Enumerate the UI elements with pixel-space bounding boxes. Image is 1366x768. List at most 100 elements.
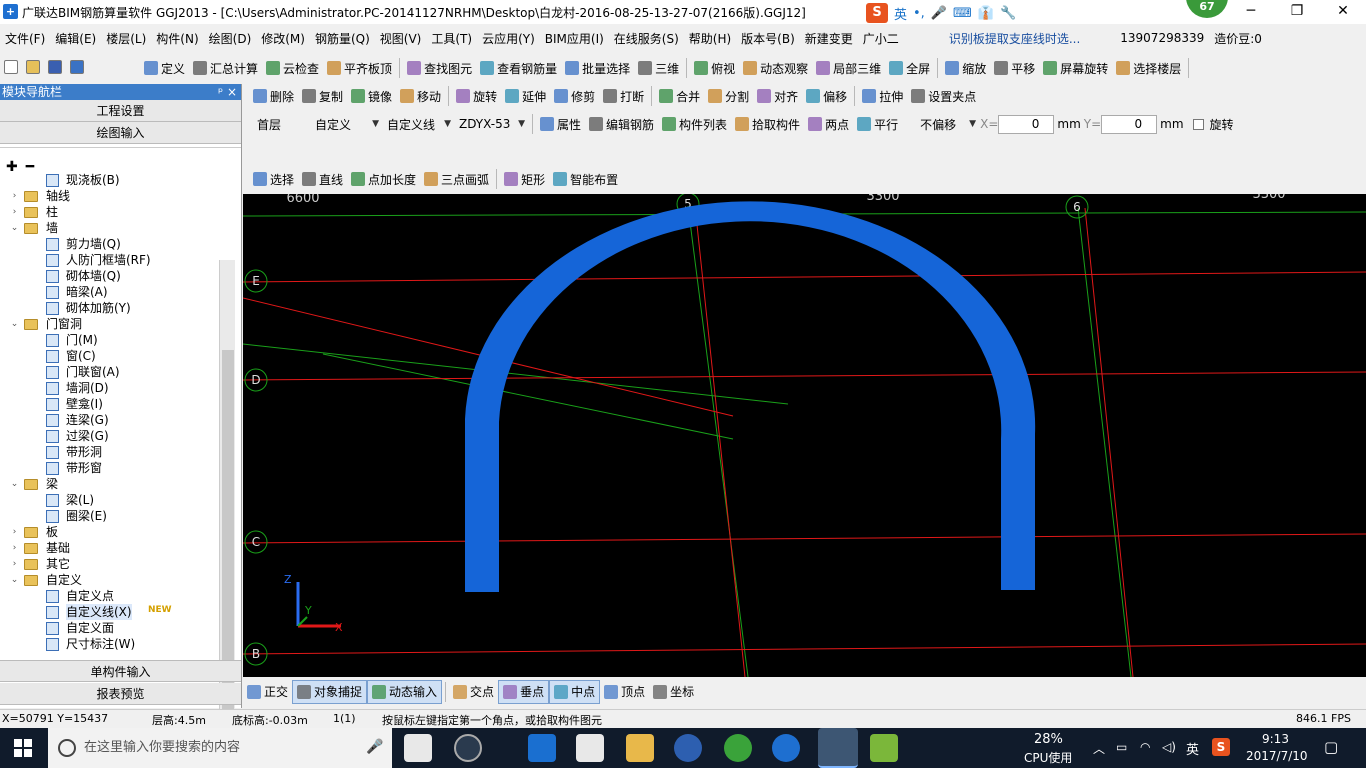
tb1-button-15[interactable]: 选择楼层 bbox=[1112, 56, 1185, 80]
tb1-button-8[interactable]: 俯视 bbox=[690, 56, 739, 80]
offset-select[interactable]: 不偏移 ▼ bbox=[916, 112, 980, 136]
tb2-button-2[interactable]: 镜像 bbox=[347, 84, 396, 108]
component-tool-5[interactable]: 平行 bbox=[853, 112, 902, 136]
clock-date[interactable]: 2017/7/10 bbox=[1246, 749, 1308, 763]
skin-icon[interactable]: 👔 bbox=[978, 6, 994, 21]
tree-node[interactable]: 带形洞 bbox=[0, 444, 242, 460]
tree-node[interactable]: ⌄ 墙 bbox=[0, 220, 242, 236]
taskbar-app-last-icon[interactable] bbox=[870, 734, 898, 762]
pin-icon[interactable]: ᵖ × bbox=[218, 84, 241, 100]
tb1-button-7[interactable]: 三维 bbox=[634, 56, 683, 80]
component-tool-0[interactable]: 属性 bbox=[536, 112, 585, 136]
tb1-button-12[interactable]: 缩放 bbox=[941, 56, 990, 80]
ime-lang[interactable]: 英 bbox=[894, 4, 907, 23]
tb2-button-11[interactable]: 偏移 bbox=[802, 84, 851, 108]
undo-icon[interactable] bbox=[70, 60, 84, 74]
tb1-button-2[interactable]: 云检查 bbox=[262, 56, 323, 80]
canvas-svg[interactable]: E D C B 5 6 6600 3300 3300 Z Y X bbox=[243, 194, 1366, 677]
tree-node[interactable]: 带形窗 bbox=[0, 460, 242, 476]
new-file-icon[interactable] bbox=[4, 60, 18, 74]
expand-icon[interactable]: › bbox=[10, 556, 19, 572]
ggj-active-icon[interactable] bbox=[818, 728, 858, 768]
snap-toggle-0[interactable]: 正交 bbox=[243, 680, 292, 704]
keyboard-icon[interactable]: ⌨ bbox=[953, 6, 972, 21]
open-folder-icon[interactable] bbox=[26, 60, 40, 74]
tree-node[interactable]: 剪力墙(Q) bbox=[0, 236, 242, 252]
tb2-button-6[interactable]: 修剪 bbox=[550, 84, 599, 108]
volume-icon[interactable]: ◁) bbox=[1162, 740, 1176, 754]
tb4-button-4[interactable]: 矩形 bbox=[500, 167, 549, 191]
tb4-button-5[interactable]: 智能布置 bbox=[549, 167, 622, 191]
windows-start-icon[interactable] bbox=[14, 739, 32, 757]
tree-node[interactable]: 自定义线(X) NEW bbox=[0, 604, 242, 620]
menu-item-13[interactable]: 版本号(B) bbox=[736, 30, 800, 47]
snap-toggle-1[interactable]: 对象捕捉 bbox=[292, 679, 368, 704]
explorer-icon[interactable] bbox=[626, 734, 654, 762]
taskbar-app-1-icon[interactable] bbox=[404, 734, 432, 762]
tree-node[interactable]: 人防门框墙(RF) bbox=[0, 252, 242, 268]
tree-node[interactable]: › 轴线 bbox=[0, 188, 242, 204]
type-select[interactable]: 自定义线 ▼ bbox=[383, 112, 455, 136]
collapse-icon[interactable]: ⌄ bbox=[10, 476, 19, 492]
expand-icon[interactable]: › bbox=[10, 524, 19, 540]
tb1-button-14[interactable]: 屏幕旋转 bbox=[1039, 56, 1112, 80]
snap-toggle-4[interactable]: 垂点 bbox=[498, 679, 550, 704]
taskbar-app-green-icon[interactable] bbox=[724, 734, 752, 762]
menu-item-15[interactable]: 广小二 bbox=[858, 30, 904, 47]
tree-node[interactable]: ⌄ 自定义 bbox=[0, 572, 242, 588]
tb2-button-0[interactable]: 删除 bbox=[249, 84, 298, 108]
tree-node[interactable]: ⌄ 门窗洞 bbox=[0, 316, 242, 332]
tree-node[interactable]: › 板 bbox=[0, 524, 242, 540]
taskbar-app-2-icon[interactable] bbox=[454, 734, 482, 762]
tree-node[interactable]: › 其它 bbox=[0, 556, 242, 572]
component-tool-3[interactable]: 拾取构件 bbox=[731, 112, 804, 136]
menu-item-3[interactable]: 构件(N) bbox=[151, 30, 203, 47]
tb2-button-7[interactable]: 打断 bbox=[599, 84, 648, 108]
tree-node[interactable]: 自定义点 bbox=[0, 588, 242, 604]
tree-node[interactable]: › 基础 bbox=[0, 540, 242, 556]
tb2-button-1[interactable]: 复制 bbox=[298, 84, 347, 108]
component-tool-4[interactable]: 两点 bbox=[804, 112, 853, 136]
tray-up-icon[interactable]: ︿ bbox=[1093, 740, 1105, 757]
tb2-button-5[interactable]: 延伸 bbox=[501, 84, 550, 108]
tb2-button-4[interactable]: 旋转 bbox=[452, 84, 501, 108]
tb1-button-9[interactable]: 动态观察 bbox=[739, 56, 812, 80]
tb1-button-5[interactable]: 查看钢筋量 bbox=[476, 56, 561, 80]
menu-item-0[interactable]: 文件(F) bbox=[0, 30, 50, 47]
taskbar-search[interactable]: 在这里输入你要搜索的内容 bbox=[48, 728, 392, 768]
menu-item-1[interactable]: 编辑(E) bbox=[50, 30, 101, 47]
tb2-button-3[interactable]: 移动 bbox=[396, 84, 445, 108]
tray-ime[interactable]: 英 bbox=[1186, 739, 1199, 758]
clock-time[interactable]: 9:13 bbox=[1262, 732, 1289, 746]
collapse-icon[interactable]: ⌄ bbox=[10, 316, 19, 332]
rotate-checkbox[interactable] bbox=[1192, 118, 1204, 130]
tb1-button-0[interactable]: 定义 bbox=[140, 56, 189, 80]
tree-node[interactable]: ⌄ 梁 bbox=[0, 476, 242, 492]
y-input[interactable]: 0 bbox=[1101, 114, 1158, 134]
edge-icon[interactable] bbox=[528, 734, 556, 762]
score-badge[interactable]: 67 bbox=[1186, 0, 1228, 18]
menu-item-14[interactable]: 新建变更 bbox=[800, 30, 858, 47]
x-input[interactable]: 0 bbox=[998, 114, 1055, 134]
tree-node[interactable]: 连梁(G) bbox=[0, 412, 242, 428]
menu-item-7[interactable]: 视图(V) bbox=[375, 30, 427, 47]
tree-node[interactable]: 门(M) bbox=[0, 332, 242, 348]
tree-node[interactable]: 过梁(G) bbox=[0, 428, 242, 444]
tree-node[interactable]: 梁(L) bbox=[0, 492, 242, 508]
menu-item-10[interactable]: BIM应用(I) bbox=[540, 30, 609, 47]
tb1-button-1[interactable]: 汇总计算 bbox=[189, 56, 262, 80]
tb1-button-13[interactable]: 平移 bbox=[990, 56, 1039, 80]
restore-button[interactable]: ❐ bbox=[1274, 0, 1320, 24]
notification-icon[interactable]: ▢ bbox=[1324, 738, 1338, 756]
tb1-button-11[interactable]: 全屏 bbox=[885, 56, 934, 80]
tree-node[interactable]: 砌体加筋(Y) bbox=[0, 300, 242, 316]
snap-toggle-7[interactable]: 坐标 bbox=[649, 680, 698, 704]
component-tool-2[interactable]: 构件列表 bbox=[658, 112, 731, 136]
menu-item-8[interactable]: 工具(T) bbox=[426, 30, 477, 47]
network-icon[interactable]: ▭ bbox=[1116, 740, 1127, 754]
menu-item-4[interactable]: 绘图(D) bbox=[204, 30, 257, 47]
collapse-icon[interactable]: ⌄ bbox=[10, 572, 19, 588]
menu-item-5[interactable]: 修改(M) bbox=[256, 30, 310, 47]
menu-item-9[interactable]: 云应用(Y) bbox=[477, 30, 540, 47]
scroll-thumb[interactable] bbox=[222, 350, 234, 710]
